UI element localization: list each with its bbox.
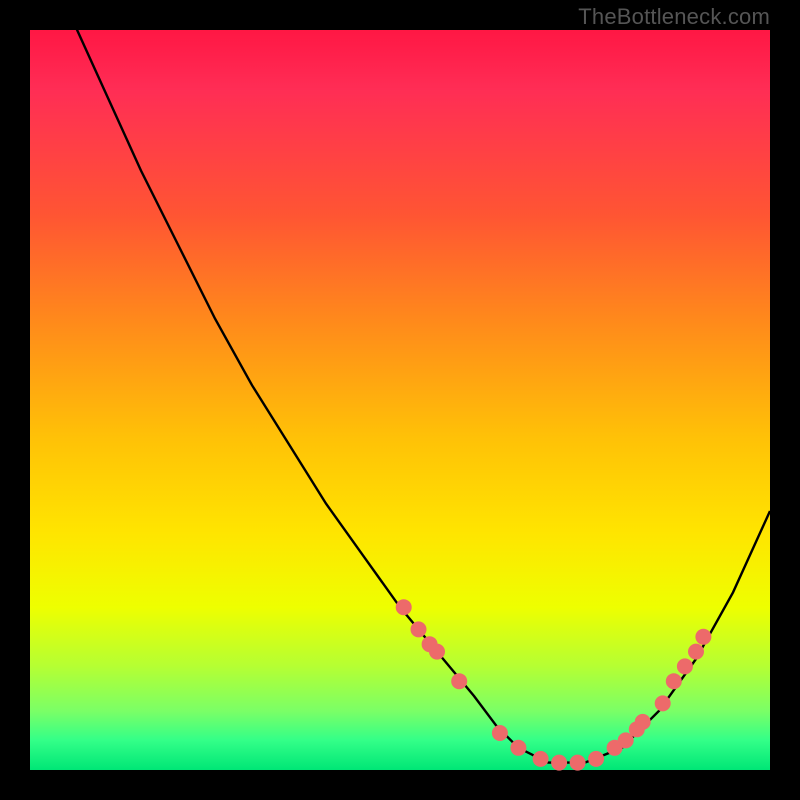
data-marker xyxy=(451,673,467,689)
data-marker xyxy=(635,714,651,730)
data-marker xyxy=(510,740,526,756)
data-marker xyxy=(688,644,704,660)
data-marker xyxy=(666,673,682,689)
chart-svg xyxy=(30,30,770,770)
data-marker xyxy=(492,725,508,741)
data-marker xyxy=(588,751,604,767)
marker-group xyxy=(396,599,712,770)
data-marker xyxy=(551,755,567,771)
data-marker xyxy=(695,629,711,645)
data-marker xyxy=(677,658,693,674)
data-marker xyxy=(570,755,586,771)
watermark-text: TheBottleneck.com xyxy=(578,4,770,30)
data-marker xyxy=(429,644,445,660)
chart-frame: TheBottleneck.com xyxy=(0,0,800,800)
bottleneck-curve xyxy=(67,8,770,763)
data-marker xyxy=(396,599,412,615)
data-marker xyxy=(655,695,671,711)
data-marker xyxy=(411,621,427,637)
data-marker xyxy=(533,751,549,767)
plot-area xyxy=(30,30,770,770)
